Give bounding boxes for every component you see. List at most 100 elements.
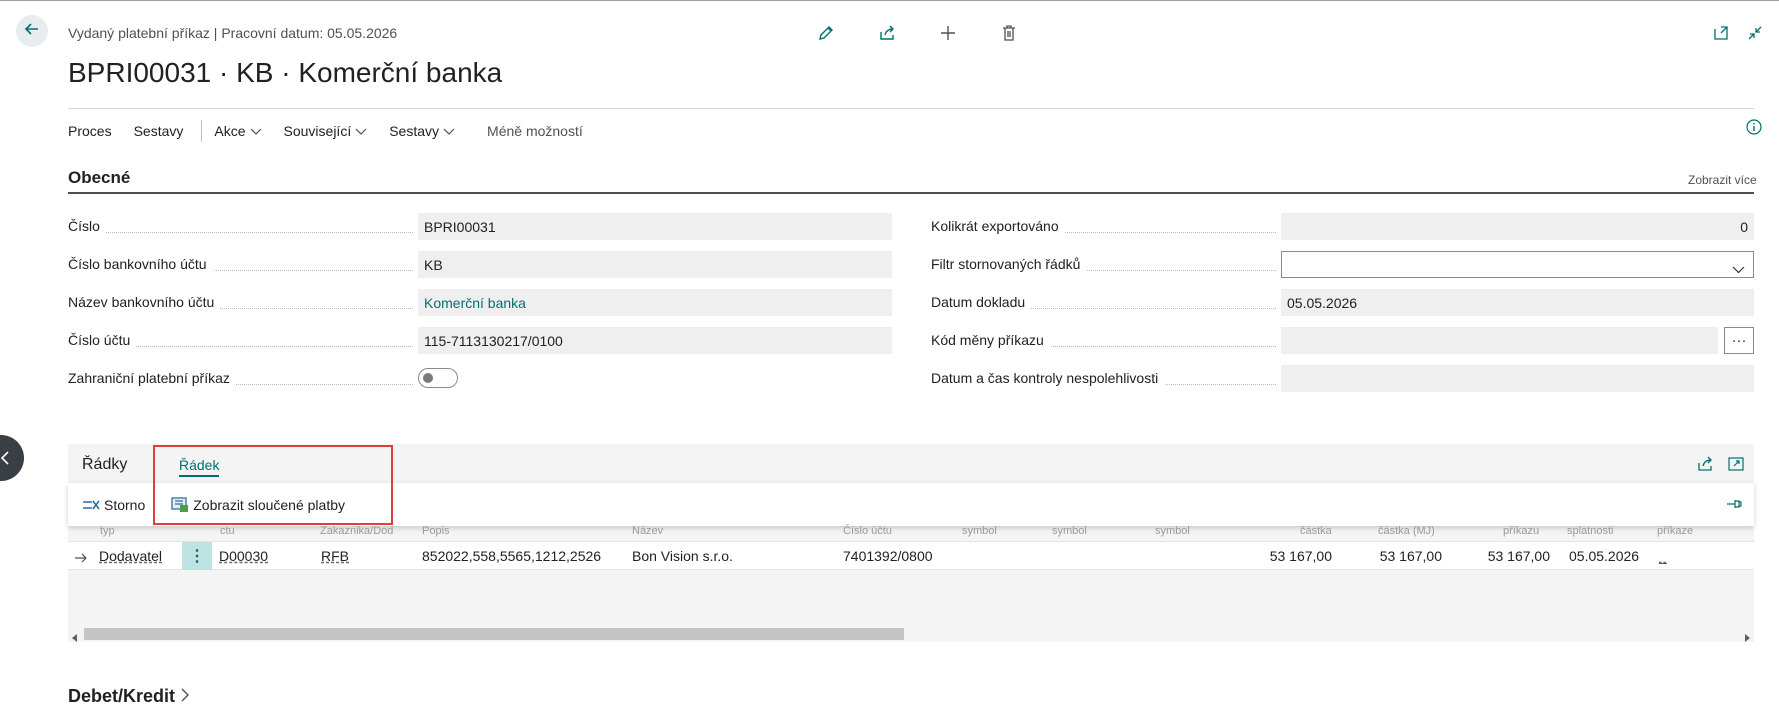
column-header: příkaze [1657,525,1694,537]
field-label: Číslo účtu [68,332,137,348]
cell-type[interactable]: Dodavatel [99,548,162,564]
field-value[interactable]: 115-7113130217/0100 [418,327,892,354]
toggle-knob [423,373,433,383]
column-header: Název [632,525,664,537]
cell-name[interactable]: Bon Vision s.r.o. [632,548,733,564]
cell-last[interactable]: _ [1659,548,1667,564]
field-label: Datum dokladu [931,294,1032,310]
expand-icon[interactable] [1727,455,1745,478]
action-menu: Proces Sestavy Akce Související Sestavy … [68,120,605,142]
menu-sestavy-dropdown-label: Sestavy [389,123,440,139]
field-label: Kód měny příkazu [931,332,1050,348]
menu-sestavy[interactable]: Sestavy [134,123,184,139]
column-header: Číslo účtu [843,525,892,537]
field-value[interactable]: KB [418,251,892,278]
field-currency-code: Kód měny příkazu ··· [931,327,1754,354]
field-label: Číslo bankovního účtu [68,256,213,272]
storno-button[interactable]: Storno [82,497,145,513]
field-label: Název bankovního účtu [68,294,221,310]
chevron-down-icon [443,123,455,139]
chevron-down-icon [250,123,262,139]
table-row[interactable]: Dodavatel ⋮ D00030 RFB 852022,558,5565,1… [68,541,1754,570]
field-value[interactable]: 0 [1281,213,1754,240]
arrow-right-icon [74,550,88,568]
chevron-left-icon [0,450,10,471]
column-header: symbol [962,525,997,537]
foreign-payment-toggle[interactable] [418,368,458,388]
field-label: Filtr stornovaných řádků [931,256,1087,272]
back-button[interactable] [16,15,48,47]
new-icon[interactable] [937,22,959,44]
lookup-button[interactable]: ··· [1724,327,1754,354]
edit-icon[interactable] [815,22,837,44]
scroll-left-icon[interactable] [72,629,78,647]
field-value[interactable] [1281,365,1754,392]
cancel-icon [82,498,100,512]
scroll-right-icon[interactable] [1744,629,1750,647]
menu-souvisejici[interactable]: Související [284,123,368,139]
menu-separator [201,120,203,142]
show-more-link[interactable]: Zobrazit více [1688,173,1757,187]
column-header: ctu [220,525,235,537]
scrollbar-thumb[interactable] [84,628,904,640]
column-header: příkazu [1503,525,1540,537]
cell-due-date[interactable]: 05.05.2026 [1569,548,1639,564]
cell-amount-lcy[interactable]: 53 167,00 [1352,548,1442,564]
open-new-window-icon[interactable] [1710,22,1732,44]
storno-label: Storno [104,496,146,513]
chevron-down-icon [1732,261,1745,277]
field-bank-account-name: Název bankovního účtu Komerční banka [68,289,892,316]
share-icon[interactable] [1696,455,1714,478]
cancelled-lines-filter-select[interactable] [1281,251,1754,278]
chevron-right-icon [180,686,190,706]
column-header: částka [1300,525,1332,537]
menu-sestavy-dropdown[interactable]: Sestavy [389,123,455,139]
column-header: Popis [422,525,450,537]
field-account-no: Číslo účtu 115-7113130217/0100 [68,327,892,354]
factbox-toggle[interactable] [0,435,24,481]
field-bank-account-no: Číslo bankovního účtu KB [68,251,892,278]
field-cancelled-lines-filter: Filtr stornovaných řádků [931,251,1754,278]
field-value[interactable]: 05.05.2026 [1281,289,1754,316]
column-header: splatnosti [1567,525,1614,537]
arrow-left-icon [23,20,41,43]
field-label: Zahraniční platební příkaz [68,370,236,386]
menu-akce-label: Akce [214,123,246,139]
field-label: Kolikrát exportováno [931,218,1065,234]
highlight-box [153,445,393,525]
menu-souvisejici-label: Související [283,123,352,139]
lines-title: Řádky [82,456,128,473]
field-cislo: Číslo BPRI00031 [68,213,892,240]
cell-code[interactable]: RFB [321,548,349,564]
field-value[interactable]: BPRI00031 [418,213,892,240]
cell-no[interactable]: D00030 [219,548,268,564]
field-value-link[interactable]: Komerční banka [418,289,892,316]
info-icon[interactable] [1746,119,1762,140]
breadcrumb: Vydaný platební příkaz | Pracovní datum:… [68,25,398,41]
share-icon[interactable] [876,22,898,44]
cell-description[interactable]: 852022,558,5565,1212,2526 [422,548,601,564]
column-header: symbol [1052,525,1087,537]
column-header: typ [100,525,115,537]
field-label: Číslo [68,218,106,234]
collapse-icon[interactable] [1744,22,1766,44]
field-value[interactable] [1281,327,1718,354]
header-divider [68,108,1754,109]
column-header: částka (MJ) [1378,525,1435,537]
field-label: Datum a čas kontroly nespolehlivosti [931,370,1165,386]
debit-credit-label: Debet/Kredit [68,686,176,706]
delete-icon[interactable] [998,22,1020,44]
menu-akce[interactable]: Akce [214,123,261,139]
chevron-down-icon [355,123,367,139]
cell-account[interactable]: 7401392/0800 [843,548,933,564]
cell-amount-order[interactable]: 53 167,00 [1460,548,1550,564]
menu-proces[interactable]: Proces [68,123,112,139]
section-title-debit-credit[interactable]: Debet/Kredit [68,686,190,707]
menu-fewer-options[interactable]: Méně možností [487,123,583,139]
column-header: symbol [1155,525,1190,537]
cell-amount[interactable]: 53 167,00 [1242,548,1332,564]
field-times-exported: Kolikrát exportováno 0 [931,213,1754,240]
row-actions-button[interactable]: ⋮ [182,542,212,570]
section-title-general: Obecné [68,168,131,187]
pin-icon[interactable] [1726,497,1742,514]
